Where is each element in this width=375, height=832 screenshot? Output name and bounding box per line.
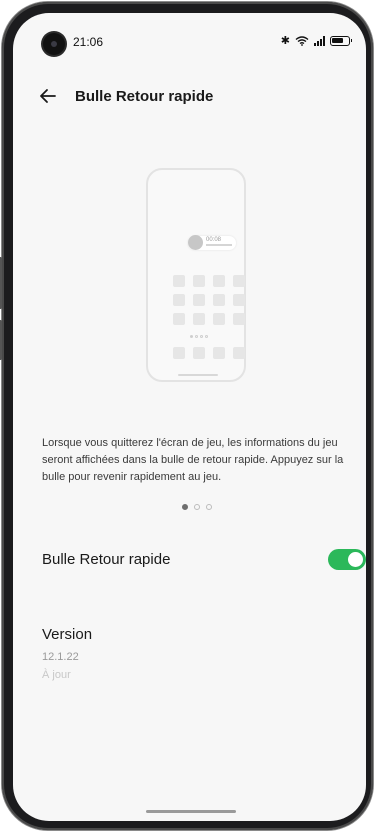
toggle-knob <box>348 552 363 567</box>
status-bar: 21:06 ✱ <box>13 13 366 59</box>
version-number: 12.1.22 <box>42 651 79 663</box>
battery-icon <box>330 35 352 46</box>
illustration-page-dots <box>190 335 208 338</box>
header: Bulle Retour rapide <box>13 79 366 115</box>
floating-bubble-illustration: 00:08 <box>188 235 236 250</box>
toggle-label: Bulle Retour rapide <box>42 551 171 568</box>
power-button <box>0 257 2 309</box>
status-icons: ✱ <box>280 34 352 47</box>
page-dot[interactable] <box>206 504 212 510</box>
bluetooth-icon: ✱ <box>280 35 290 47</box>
arrow-left-icon[interactable] <box>37 85 59 107</box>
version-status: À jour <box>42 669 71 681</box>
home-indicator[interactable] <box>146 810 236 813</box>
signal-icon <box>314 35 325 46</box>
wifi-icon <box>295 35 309 46</box>
bubble-toggle-row[interactable]: Bulle Retour rapide <box>42 547 366 573</box>
page-indicator <box>182 504 212 510</box>
bubble-subtext <box>206 244 232 246</box>
bubble-toggle-switch[interactable] <box>328 549 366 570</box>
front-camera <box>43 33 65 55</box>
screen: 21:06 ✱ Bulle Retour rapide 00:08 Lorsqu… <box>13 13 366 821</box>
bubble-avatar <box>188 235 203 250</box>
volume-button <box>0 320 2 360</box>
phone-illustration: 00:08 <box>146 168 246 382</box>
bubble-timer: 00:08 <box>206 237 222 243</box>
page-title: Bulle Retour rapide <box>75 88 214 105</box>
page-dot[interactable] <box>194 504 200 510</box>
app-grid <box>173 275 245 325</box>
dock-grid <box>173 347 245 359</box>
feature-description: Lorsque vous quitterez l'écran de jeu, l… <box>42 437 344 483</box>
illustration-home-bar <box>178 374 218 376</box>
status-time: 21:06 <box>73 35 104 49</box>
phone-frame: 21:06 ✱ Bulle Retour rapide 00:08 Lorsqu… <box>0 2 373 830</box>
page-dot[interactable] <box>182 504 188 510</box>
version-title: Version <box>42 626 93 643</box>
